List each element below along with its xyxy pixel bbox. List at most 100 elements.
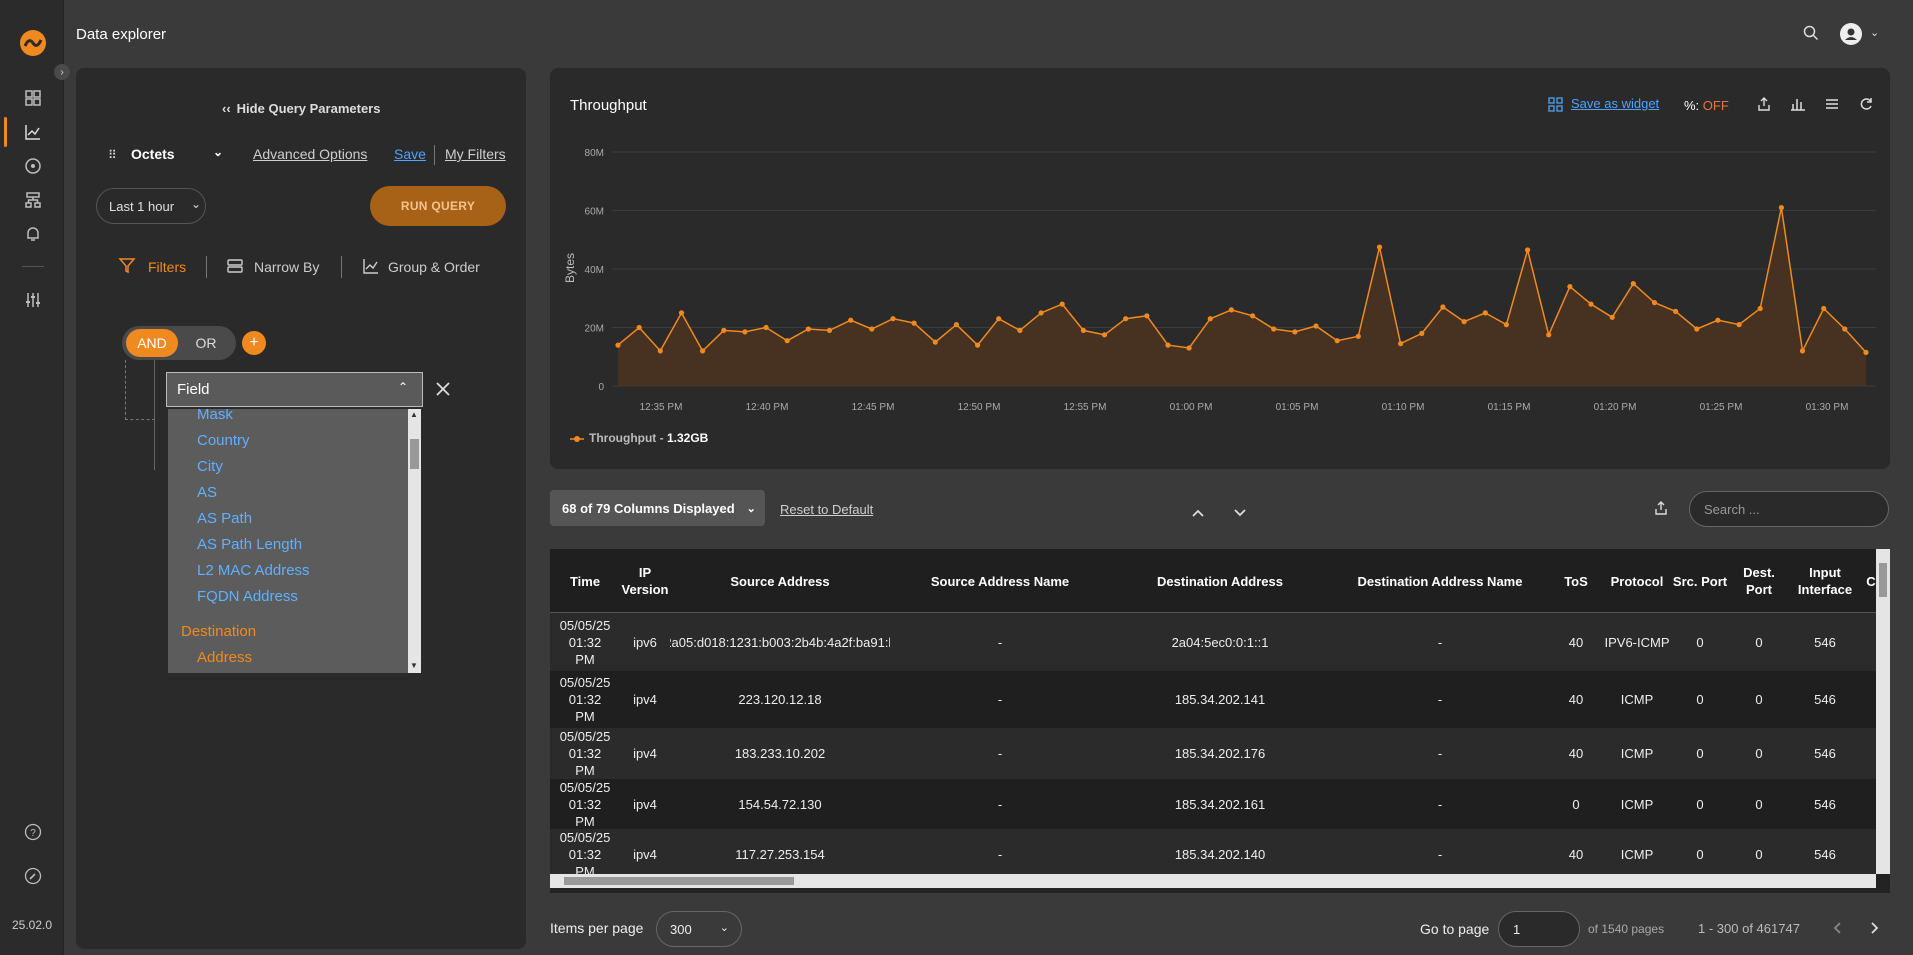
column-header[interactable]: Destination Address (1120, 549, 1320, 613)
columns-displayed-button[interactable]: 68 of 79 Columns Displayed ⌄ (550, 490, 765, 526)
data-point[interactable] (1165, 342, 1171, 348)
data-point[interactable] (742, 329, 748, 335)
avatar[interactable] (1840, 23, 1862, 45)
data-point[interactable] (657, 348, 663, 354)
tab-filters[interactable]: Filters (148, 259, 186, 275)
data-point[interactable] (1017, 327, 1023, 333)
table-horizontal-scrollbar[interactable] (550, 874, 1876, 888)
time-range-select[interactable]: Last 1 hour (96, 188, 206, 224)
data-point[interactable] (1228, 307, 1234, 313)
data-point[interactable] (1461, 319, 1467, 325)
reset-to-default-link[interactable]: Reset to Default (780, 502, 873, 517)
column-header[interactable]: Input Interface (1790, 549, 1860, 613)
data-point[interactable] (869, 326, 875, 332)
column-header[interactable]: Source Address (680, 549, 880, 613)
tab-group-order[interactable]: Group & Order (388, 259, 480, 275)
column-header[interactable]: Time (560, 549, 610, 613)
data-point[interactable] (1567, 284, 1573, 290)
data-point[interactable] (1715, 317, 1721, 323)
table-search-input[interactable]: Search ... (1689, 491, 1889, 527)
column-header[interactable]: Protocol (1604, 549, 1670, 613)
data-point[interactable] (1630, 281, 1636, 287)
search-icon[interactable] (1803, 25, 1819, 44)
data-point[interactable] (1186, 345, 1192, 351)
data-point[interactable] (721, 327, 727, 333)
hide-query-parameters-button[interactable]: ‹‹ Hide Query Parameters (222, 101, 380, 116)
dropdown-item[interactable]: AS Path (197, 510, 252, 527)
data-point[interactable] (848, 317, 854, 323)
settings-sliders-icon[interactable] (22, 289, 44, 311)
column-header[interactable]: ToS (1556, 549, 1596, 613)
data-point[interactable] (1123, 316, 1129, 322)
data-point[interactable] (1482, 310, 1488, 316)
dropdown-item[interactable]: Country (197, 432, 250, 449)
data-point[interactable] (1863, 349, 1869, 355)
data-point[interactable] (1651, 300, 1658, 306)
topology-icon[interactable] (22, 189, 44, 211)
data-explorer-icon[interactable] (22, 121, 44, 143)
save-link[interactable]: Save (394, 146, 426, 162)
data-point[interactable] (1588, 301, 1594, 307)
data-point[interactable] (1059, 301, 1065, 307)
data-point[interactable] (1038, 310, 1044, 316)
close-icon[interactable] (434, 380, 452, 401)
data-point[interactable] (1101, 332, 1108, 338)
help-icon[interactable]: ? (22, 821, 44, 843)
my-filters-link[interactable]: My Filters (445, 146, 506, 162)
data-point[interactable] (975, 342, 981, 348)
dropdown-item[interactable]: AS (197, 484, 217, 501)
data-point[interactable] (763, 324, 769, 331)
dropdown-item[interactable]: L2 MAC Address (197, 562, 310, 579)
chevron-up-icon[interactable] (1190, 505, 1206, 524)
data-point[interactable] (1398, 341, 1404, 347)
data-point[interactable] (1842, 326, 1848, 332)
data-point[interactable] (911, 320, 917, 326)
data-point[interactable] (953, 322, 959, 328)
data-point[interactable] (1799, 348, 1806, 354)
chevron-down-icon[interactable]: ⌄ (1870, 26, 1879, 39)
and-button[interactable]: AND (126, 329, 178, 357)
tab-narrow-by[interactable]: Narrow By (254, 259, 319, 275)
data-point[interactable] (1355, 333, 1361, 339)
data-point[interactable] (1503, 322, 1509, 328)
data-point[interactable] (1546, 332, 1552, 338)
column-header[interactable]: Src. Port (1672, 549, 1728, 613)
items-per-page-select[interactable]: 300 ⌄ (656, 911, 742, 947)
network-icon[interactable] (22, 155, 44, 177)
column-header[interactable]: IP Version (620, 549, 670, 613)
dropdown-item[interactable]: FQDN Address (197, 588, 298, 605)
data-point[interactable] (1757, 305, 1763, 312)
data-point[interactable] (932, 339, 938, 345)
field-select[interactable]: Field ⌃ (166, 372, 423, 407)
chevron-down-icon[interactable] (1232, 505, 1248, 524)
dashboard-icon[interactable] (22, 87, 44, 109)
wrench-icon[interactable] (22, 865, 44, 887)
run-query-button[interactable]: RUN QUERY (370, 186, 506, 226)
data-point[interactable] (1292, 329, 1298, 335)
data-point[interactable] (1250, 313, 1256, 319)
data-point[interactable] (678, 310, 685, 316)
data-point[interactable] (700, 348, 706, 354)
dropdown-item[interactable]: AS Path Length (197, 536, 302, 553)
dropdown-item-selected[interactable]: Address (197, 649, 252, 666)
data-point[interactable] (1271, 326, 1277, 332)
data-point[interactable] (1736, 322, 1742, 328)
column-header[interactable]: Source Address Name (900, 549, 1100, 613)
dropdown-item[interactable]: Mask (197, 409, 233, 423)
export-icon[interactable] (1653, 500, 1669, 519)
bell-icon[interactable] (22, 223, 44, 245)
data-point[interactable] (1376, 244, 1383, 250)
dropdown-scrollbar[interactable]: ▲ ▼ (408, 409, 421, 673)
legend[interactable]: Throughput - 1.32GB (589, 431, 708, 445)
page-input[interactable]: 1 (1498, 911, 1580, 947)
data-point[interactable] (1525, 247, 1531, 253)
add-filter-button[interactable]: + (242, 331, 266, 355)
data-point[interactable] (1144, 313, 1150, 319)
data-point[interactable] (890, 316, 896, 322)
data-point[interactable] (1334, 338, 1340, 344)
metric-select[interactable]: Octets ⌄ (131, 145, 226, 162)
advanced-options-link[interactable]: Advanced Options (253, 146, 367, 162)
next-page-button[interactable] (1866, 920, 1882, 939)
dropdown-item[interactable]: City (197, 458, 223, 475)
data-point[interactable] (826, 327, 833, 333)
